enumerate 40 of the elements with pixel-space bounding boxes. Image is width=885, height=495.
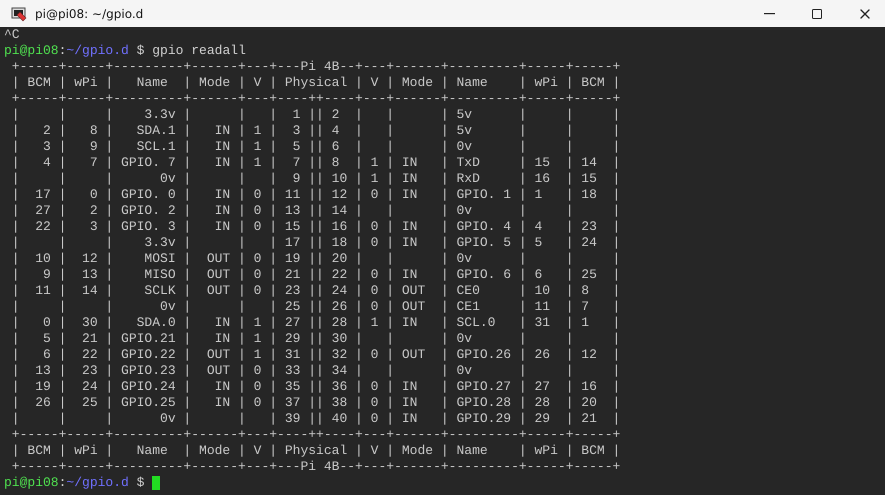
prompt-separator: : <box>58 43 66 59</box>
terminal-line: | 13 | 23 | GPIO.23 | OUT | 0 | 33 || 34 | | | 0v | | | <box>10 363 620 379</box>
terminal-line: | | | 0v | | | 25 || 26 | 0 | OUT | CE1 | 11 | 7 | <box>10 299 620 315</box>
command-text: gpio readall <box>151 43 246 59</box>
prompt-user: pi@pi08 <box>4 475 59 491</box>
terminal-line: | 0 | 30 | SDA.0 | IN | 1 | 27 || 28 | 1 | IN | SCL.0 | 31 | 1 | <box>10 315 620 331</box>
terminal-line: +-----+-----+---------+------+---+----++----+---+------+---------+-----+-----+ <box>10 427 620 443</box>
prompt-user: pi@pi08 <box>4 43 59 59</box>
terminal-line: | 2 | 8 | SDA.1 | IN | 1 | 3 || 4 | | | 5v | | | <box>10 123 620 139</box>
terminal-line: | | | 3.3v | | | 1 || 2 | | | 5v | | | <box>10 107 620 123</box>
terminal-line: | | | 0v | | | 39 || 40 | 0 | IN | GPIO.29 | 29 | 21 | <box>10 411 620 427</box>
prompt-path: ~/gpio.d <box>66 43 129 59</box>
terminal-line: | 10 | 12 | MOSI | OUT | 0 | 19 || 20 | | | 0v | | | <box>10 251 620 267</box>
prompt-path: ~/gpio.d <box>66 475 129 491</box>
terminal-line: | 3 | 9 | SCL.1 | IN | 1 | 5 || 6 | | | 0v | | | <box>10 139 620 155</box>
terminal-line: | | | 3.3v | | | 17 || 18 | 0 | IN | GPIO. 5 | 5 | 24 | <box>10 235 620 251</box>
terminal-line: | 17 | 0 | GPIO. 0 | IN | 0 | 11 || 12 | 0 | IN | GPIO. 1 | 1 | 18 | <box>10 187 620 203</box>
prompt-separator: : <box>58 475 66 491</box>
terminal-line: | 5 | 21 | GPIO.21 | IN | 1 | 29 || 30 | | | 0v | | | <box>10 331 620 347</box>
terminal-line: | BCM | wPi | Name | Mode | V | Physical | V | Mode | Name | wPi | BCM | <box>10 75 620 91</box>
terminal-line: | 4 | 7 | GPIO. 7 | IN | 1 | 7 || 8 | 1 | IN | TxD | 15 | 14 | <box>10 155 620 171</box>
terminal-line: | 9 | 13 | MISO | OUT | 0 | 21 || 22 | 0 | IN | GPIO. 6 | 6 | 25 | <box>10 267 620 283</box>
terminal-app-icon <box>11 6 27 22</box>
terminal-line: | 19 | 24 | GPIO.24 | IN | 0 | 35 || 36 | 0 | IN | GPIO.27 | 27 | 16 | <box>10 379 620 395</box>
terminal-line: | 27 | 2 | GPIO. 2 | IN | 0 | 13 || 14 | | | 0v | | | <box>10 203 620 219</box>
prompt-symbol: $ <box>136 43 144 59</box>
terminal-line: | 6 | 22 | GPIO.22 | OUT | 1 | 31 || 32 | 0 | OUT | GPIO.26 | 26 | 12 | <box>10 347 620 363</box>
maximize-icon <box>811 8 823 20</box>
terminal-line: | | | 0v | | | 9 || 10 | 1 | IN | RxD | 16 | 15 | <box>10 171 620 187</box>
terminal-line: ^C <box>4 27 20 43</box>
terminal-line: | 11 | 14 | SCLK | OUT | 0 | 23 || 24 | 0 | OUT | CE0 | 10 | 8 | <box>10 283 620 299</box>
prompt-symbol: $ <box>136 475 144 491</box>
window-title: pi@pi08: ~/gpio.d <box>35 6 144 20</box>
terminal-line: +-----+-----+---------+------+---+---Pi 4B--+---+------+---------+-----+-----+ <box>10 59 620 75</box>
minimize-icon <box>764 12 774 14</box>
terminal-line: | BCM | wPi | Name | Mode | V | Physical | V | Mode | Name | wPi | BCM | <box>10 443 620 459</box>
terminal-line: +-----+-----+---------+------+---+----++----+---+------+---------+-----+-----+ <box>10 91 620 107</box>
terminal-line: | 22 | 3 | GPIO. 3 | IN | 0 | 15 || 16 | 0 | IN | GPIO. 4 | 4 | 23 | <box>10 219 620 235</box>
terminal-line: | 26 | 25 | GPIO.25 | IN | 0 | 37 || 38 | 0 | IN | GPIO.28 | 28 | 20 | <box>10 395 620 411</box>
terminal-line: +-----+-----+---------+------+---+---Pi 4B--+---+------+---------+-----+-----+ <box>10 459 620 475</box>
